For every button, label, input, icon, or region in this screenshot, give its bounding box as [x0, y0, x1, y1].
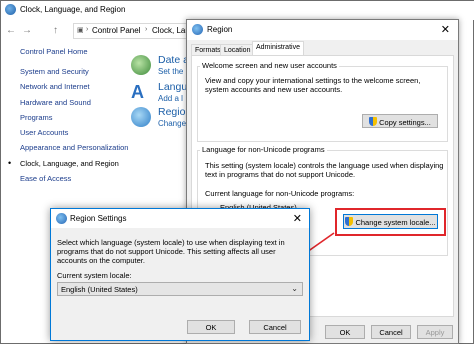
- language-icon: A: [131, 82, 144, 102]
- non-unicode-group-legend: Language for non-Unicode programs: [200, 145, 327, 154]
- sidebar-item-network[interactable]: Network and Internet: [20, 82, 130, 91]
- region-settings-title: Region Settings: [70, 214, 127, 223]
- region-settings-ok-button[interactable]: OK: [187, 320, 235, 334]
- globe-icon: [5, 4, 16, 15]
- folder-icon: ▣: [77, 27, 84, 34]
- region-settings-titlebar: Region Settings ✕: [51, 209, 309, 228]
- region-settings-dialog: Region Settings ✕ Select which language …: [50, 208, 310, 341]
- current-system-locale-label: Current system locale:: [57, 271, 132, 280]
- chevron-right-icon: ›: [145, 26, 148, 33]
- forward-icon[interactable]: →: [22, 25, 32, 36]
- current-language-label: Current language for non-Unicode program…: [205, 189, 355, 198]
- close-icon[interactable]: ✕: [441, 23, 450, 36]
- copy-settings-button[interactable]: Copy settings...: [362, 114, 438, 128]
- sidebar-item-clock-language-region[interactable]: • Clock, Language, and Region: [8, 158, 130, 168]
- region-ok-button[interactable]: OK: [325, 325, 365, 339]
- window-title: Clock, Language, and Region: [20, 5, 126, 14]
- sidebar-item-hardware[interactable]: Hardware and Sound: [20, 98, 130, 107]
- region-settings-description: Select which language (system locale) to…: [57, 238, 285, 265]
- sidebar-item-home[interactable]: Control Panel Home: [20, 47, 130, 56]
- region-cancel-button[interactable]: Cancel: [371, 325, 411, 339]
- sidebar-item-ease-of-access[interactable]: Ease of Access: [20, 174, 130, 183]
- bullet-icon: •: [8, 157, 12, 168]
- change-system-locale-button[interactable]: Change system locale...: [343, 214, 438, 229]
- sidebar-item-label: Clock, Language, and Region: [20, 158, 119, 168]
- sidebar-item-appearance[interactable]: Appearance and Personalization: [20, 143, 130, 152]
- region-settings-icon: [56, 213, 67, 224]
- category-date-time-link[interactable]: Set the: [158, 67, 183, 76]
- category-language-link[interactable]: Add a l: [158, 94, 183, 103]
- back-icon[interactable]: ←: [6, 25, 16, 36]
- welcome-group-legend: Welcome screen and new user accounts: [200, 61, 339, 70]
- change-system-locale-label: Change system locale...: [355, 218, 436, 227]
- close-icon[interactable]: ✕: [293, 212, 302, 225]
- region-dialog-title: Region: [207, 25, 233, 34]
- region-titlebar: Region ✕: [187, 20, 458, 40]
- non-unicode-description: This setting (system locale) controls th…: [205, 161, 444, 179]
- region-globe-icon: [131, 107, 151, 127]
- sidebar: Control Panel Home System and Security N…: [8, 47, 130, 189]
- region-settings-cancel-button[interactable]: Cancel: [249, 320, 301, 334]
- sidebar-item-user-accounts[interactable]: User Accounts: [20, 128, 130, 137]
- sidebar-item-system-security[interactable]: System and Security: [20, 67, 130, 76]
- breadcrumb-control-panel[interactable]: Control Panel: [92, 26, 140, 35]
- up-icon[interactable]: ↑: [53, 25, 58, 36]
- chevron-down-icon: ⌄: [291, 284, 298, 293]
- uac-shield-icon: [369, 117, 378, 126]
- uac-shield-icon: [345, 217, 354, 226]
- clock-icon: [131, 55, 151, 75]
- region-icon: [192, 24, 203, 35]
- sidebar-item-programs[interactable]: Programs: [20, 113, 130, 122]
- copy-settings-label: Copy settings...: [379, 118, 431, 127]
- tab-administrative[interactable]: Administrative: [252, 41, 304, 56]
- system-locale-select[interactable]: English (United States) ⌄: [57, 282, 303, 296]
- category-list: Date ar Set the A Langua Add a l Region …: [131, 54, 193, 135]
- control-panel-titlebar: Clock, Language, and Region: [1, 1, 474, 20]
- welcome-description: View and copy your international setting…: [205, 76, 421, 94]
- address-bar[interactable]: ▣ › Control Panel › Clock, Langu: [73, 23, 201, 39]
- system-locale-value: English (United States): [61, 285, 138, 294]
- region-apply-button[interactable]: Apply: [417, 325, 453, 339]
- chevron-right-icon: ›: [86, 26, 89, 33]
